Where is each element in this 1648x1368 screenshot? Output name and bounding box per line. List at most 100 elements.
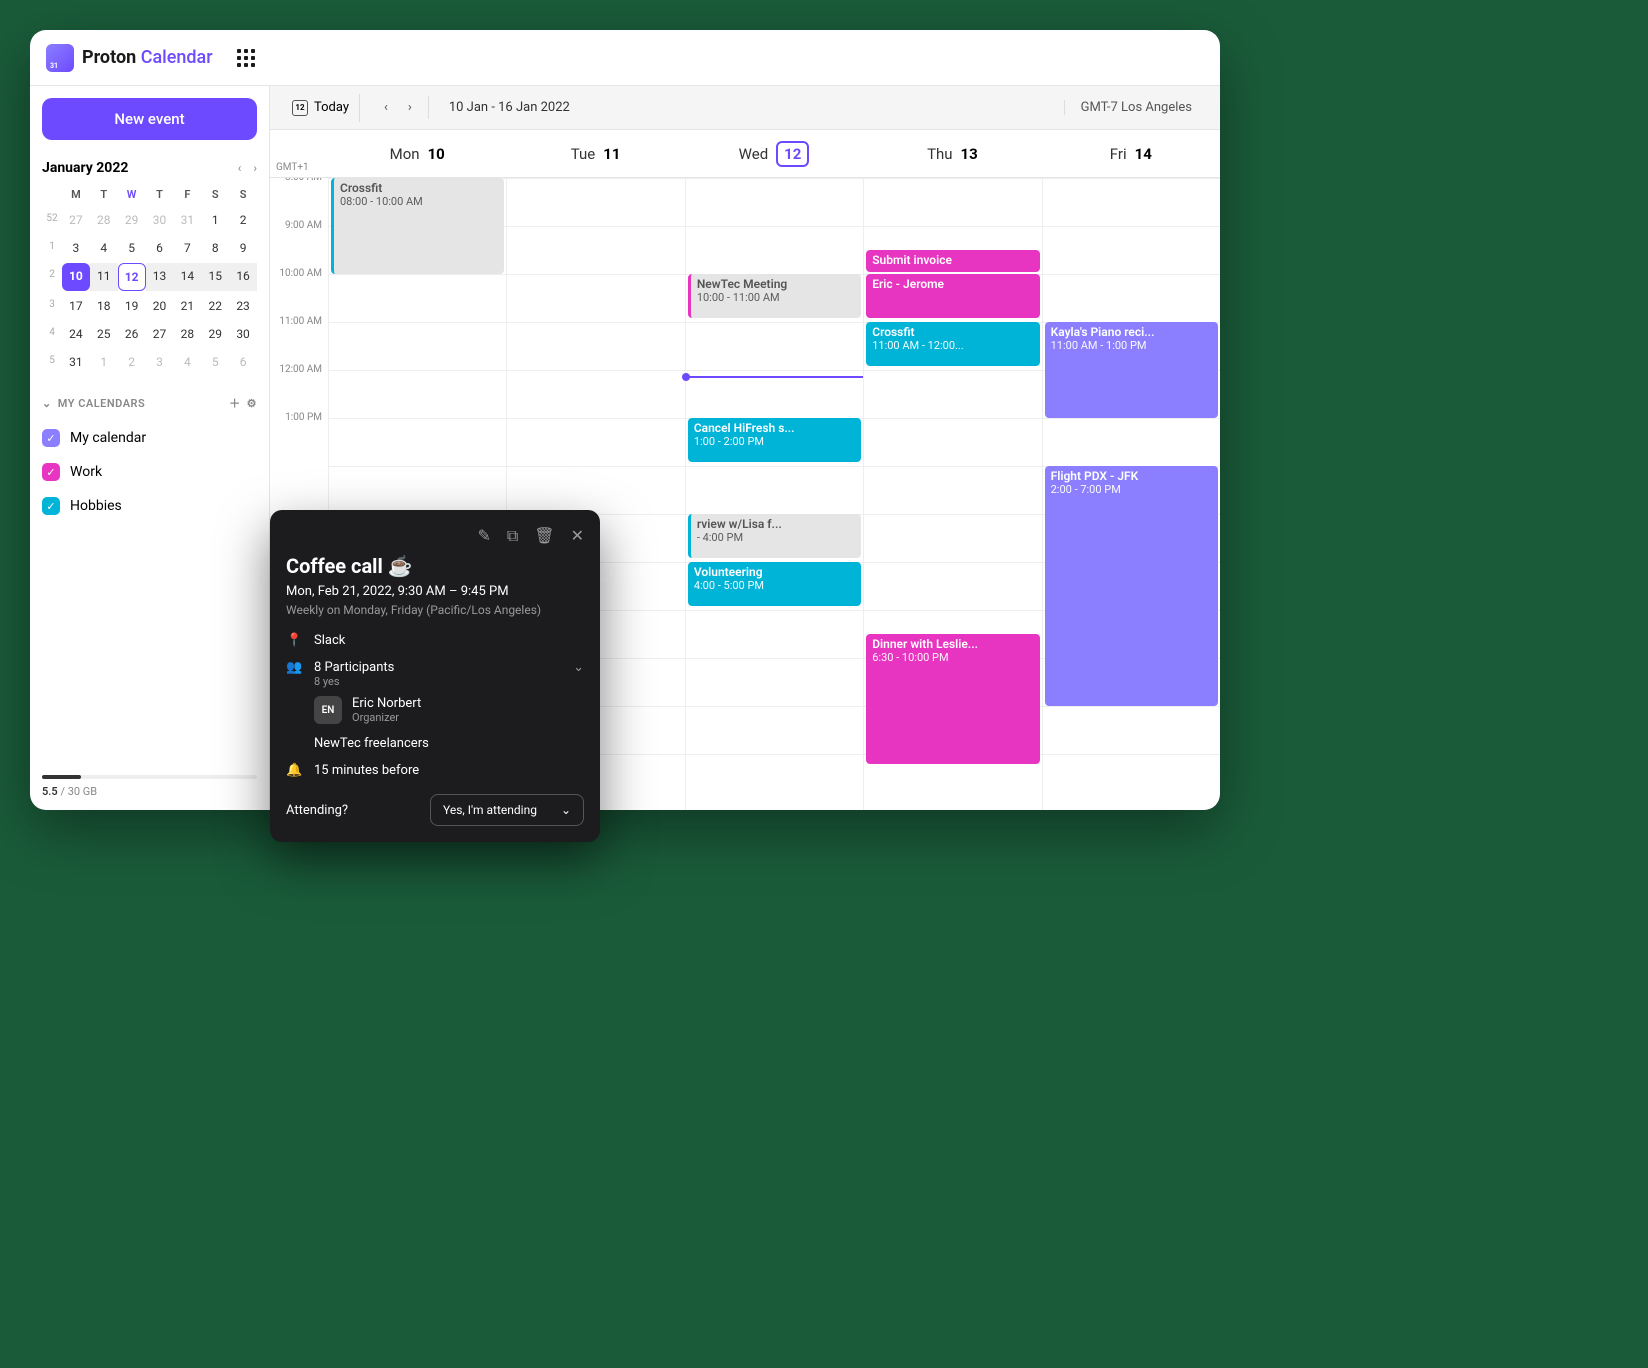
- close-popover-icon[interactable]: ✕: [571, 526, 584, 546]
- add-calendar-icon[interactable]: ＋: [229, 395, 241, 411]
- storage-indicator: 5.5 / 30 GB: [30, 763, 269, 810]
- minical-day[interactable]: 12: [118, 263, 146, 291]
- minical-day[interactable]: 18: [90, 293, 118, 319]
- apps-grid-icon[interactable]: [237, 49, 255, 67]
- prev-week-icon[interactable]: ‹: [376, 96, 396, 119]
- day-column[interactable]: Kayla's Piano reci...11:00 AM - 1:00 PM F…: [1042, 178, 1220, 810]
- minical-day[interactable]: 4: [90, 235, 118, 261]
- minical-next-icon[interactable]: ›: [253, 161, 257, 175]
- minical-day[interactable]: 27: [62, 207, 90, 233]
- day-header[interactable]: Mon10: [328, 130, 506, 177]
- minical-day[interactable]: 30: [146, 207, 174, 233]
- minical-day[interactable]: 20: [146, 293, 174, 319]
- date-range-label[interactable]: 10 Jan - 16 Jan 2022: [437, 100, 582, 115]
- minical-day[interactable]: 29: [118, 207, 146, 233]
- day-column[interactable]: Submit invoiceEric - JeromeCrossfit11:00…: [863, 178, 1041, 810]
- minical-day[interactable]: 22: [201, 293, 229, 319]
- participants-count: 8 Participants: [314, 660, 561, 675]
- minical-day[interactable]: 3: [62, 235, 90, 261]
- time-label: 11:00 AM: [270, 316, 328, 364]
- calendar-logo-icon: [46, 44, 74, 72]
- minical-day[interactable]: 16: [229, 263, 257, 291]
- logo-text: Proton Calendar: [82, 47, 213, 68]
- minical-day[interactable]: 25: [90, 321, 118, 347]
- minical-weekday: W: [118, 184, 146, 205]
- logo[interactable]: Proton Calendar: [46, 44, 213, 72]
- minical-day[interactable]: 28: [90, 207, 118, 233]
- calendar-checkbox[interactable]: ✓: [42, 463, 60, 481]
- organizer-role: Organizer: [352, 711, 421, 724]
- edit-event-icon[interactable]: ✎: [477, 526, 490, 546]
- chevron-down-icon[interactable]: ⌄: [42, 397, 52, 410]
- minical-day[interactable]: 7: [173, 235, 201, 261]
- minical-day[interactable]: 14: [173, 263, 201, 291]
- minical-weekday: S: [201, 184, 229, 205]
- day-header[interactable]: Wed12: [685, 130, 863, 177]
- minical-day[interactable]: 27: [146, 321, 174, 347]
- calendar-checkbox[interactable]: ✓: [42, 497, 60, 515]
- minical-day[interactable]: 11: [90, 263, 118, 291]
- minical-day[interactable]: 8: [201, 235, 229, 261]
- calendar-event[interactable]: Kayla's Piano reci...11:00 AM - 1:00 PM: [1045, 322, 1218, 418]
- minical-day[interactable]: 6: [146, 235, 174, 261]
- new-event-button[interactable]: New event: [42, 98, 257, 140]
- day-headers: GMT+1 Mon10Tue11Wed12Thu13Fri14: [270, 130, 1220, 178]
- calendar-item[interactable]: ✓Work: [42, 455, 257, 489]
- calendar-event[interactable]: NewTec Meeting10:00 - 11:00 AM: [688, 274, 861, 318]
- time-label: 10:00 AM: [270, 268, 328, 316]
- calendar-event[interactable]: Crossfit08:00 - 10:00 AM: [331, 178, 504, 274]
- minical-day[interactable]: 23: [229, 293, 257, 319]
- calendar-item[interactable]: ✓My calendar: [42, 421, 257, 455]
- calendar-event[interactable]: Cancel HiFresh s...1:00 - 2:00 PM: [688, 418, 861, 462]
- minical-day[interactable]: 1: [90, 349, 118, 375]
- minical-day[interactable]: 31: [173, 207, 201, 233]
- calendar-event[interactable]: Flight PDX - JFK2:00 - 7:00 PM: [1045, 466, 1218, 706]
- minical-day[interactable]: 1: [201, 207, 229, 233]
- calendar-checkbox[interactable]: ✓: [42, 429, 60, 447]
- minical-day[interactable]: 26: [118, 321, 146, 347]
- timezone-selector[interactable]: GMT-7 Los Angeles: [1064, 100, 1208, 115]
- today-button[interactable]: 12 Today: [282, 94, 360, 122]
- minical-day[interactable]: 5: [201, 349, 229, 375]
- calendar-event[interactable]: Volunteering4:00 - 5:00 PM: [688, 562, 861, 606]
- day-header[interactable]: Tue11: [506, 130, 684, 177]
- calendar-event[interactable]: Submit invoice: [866, 250, 1039, 272]
- minical-day[interactable]: 6: [229, 349, 257, 375]
- minical-day[interactable]: 19: [118, 293, 146, 319]
- calendar-event[interactable]: Eric - Jerome: [866, 274, 1039, 318]
- attending-select[interactable]: Yes, I'm attending ⌄: [430, 794, 584, 826]
- minical-day[interactable]: 13: [146, 263, 174, 291]
- minical-prev-icon[interactable]: ‹: [238, 161, 242, 175]
- day-column[interactable]: NewTec Meeting10:00 - 11:00 AM Cancel HiF…: [685, 178, 863, 810]
- chevron-down-icon: ⌄: [561, 803, 571, 817]
- minical-day[interactable]: 28: [173, 321, 201, 347]
- calendar-event[interactable]: Dinner with Leslie...6:30 - 10:00 PM: [866, 634, 1039, 764]
- minical-day[interactable]: 15: [201, 263, 229, 291]
- minical-day[interactable]: 9: [229, 235, 257, 261]
- calendar-settings-icon[interactable]: ⚙: [247, 397, 257, 410]
- minical-day[interactable]: 24: [62, 321, 90, 347]
- popover-recurrence: Weekly on Monday, Friday (Pacific/Los An…: [286, 603, 584, 617]
- minical-day[interactable]: 17: [62, 293, 90, 319]
- delete-event-icon[interactable]: 🗑: [534, 526, 554, 546]
- expand-participants-icon[interactable]: ⌄: [573, 660, 584, 675]
- day-header[interactable]: Fri14: [1042, 130, 1220, 177]
- next-week-icon[interactable]: ›: [400, 96, 420, 119]
- minical-day[interactable]: 29: [201, 321, 229, 347]
- calendar-event[interactable]: rview w/Lisa f...- 4:00 PM: [688, 514, 861, 558]
- minical-day[interactable]: 10: [62, 263, 90, 291]
- minical-day[interactable]: 2: [229, 207, 257, 233]
- minical-day[interactable]: 5: [118, 235, 146, 261]
- minical-day[interactable]: 3: [146, 349, 174, 375]
- minical-day[interactable]: 30: [229, 321, 257, 347]
- minical-day[interactable]: 4: [173, 349, 201, 375]
- calendar-event[interactable]: Crossfit11:00 AM - 12:00...: [866, 322, 1039, 366]
- day-header[interactable]: Thu13: [863, 130, 1041, 177]
- minical-day[interactable]: 2: [118, 349, 146, 375]
- minical-day[interactable]: 31: [62, 349, 90, 375]
- calendar-item[interactable]: ✓Hobbies: [42, 489, 257, 523]
- minical-day[interactable]: 21: [173, 293, 201, 319]
- duplicate-event-icon[interactable]: ⧉: [507, 526, 518, 546]
- minical-week-num: 1: [42, 235, 62, 261]
- organizer-name: Eric Norbert: [352, 696, 421, 711]
